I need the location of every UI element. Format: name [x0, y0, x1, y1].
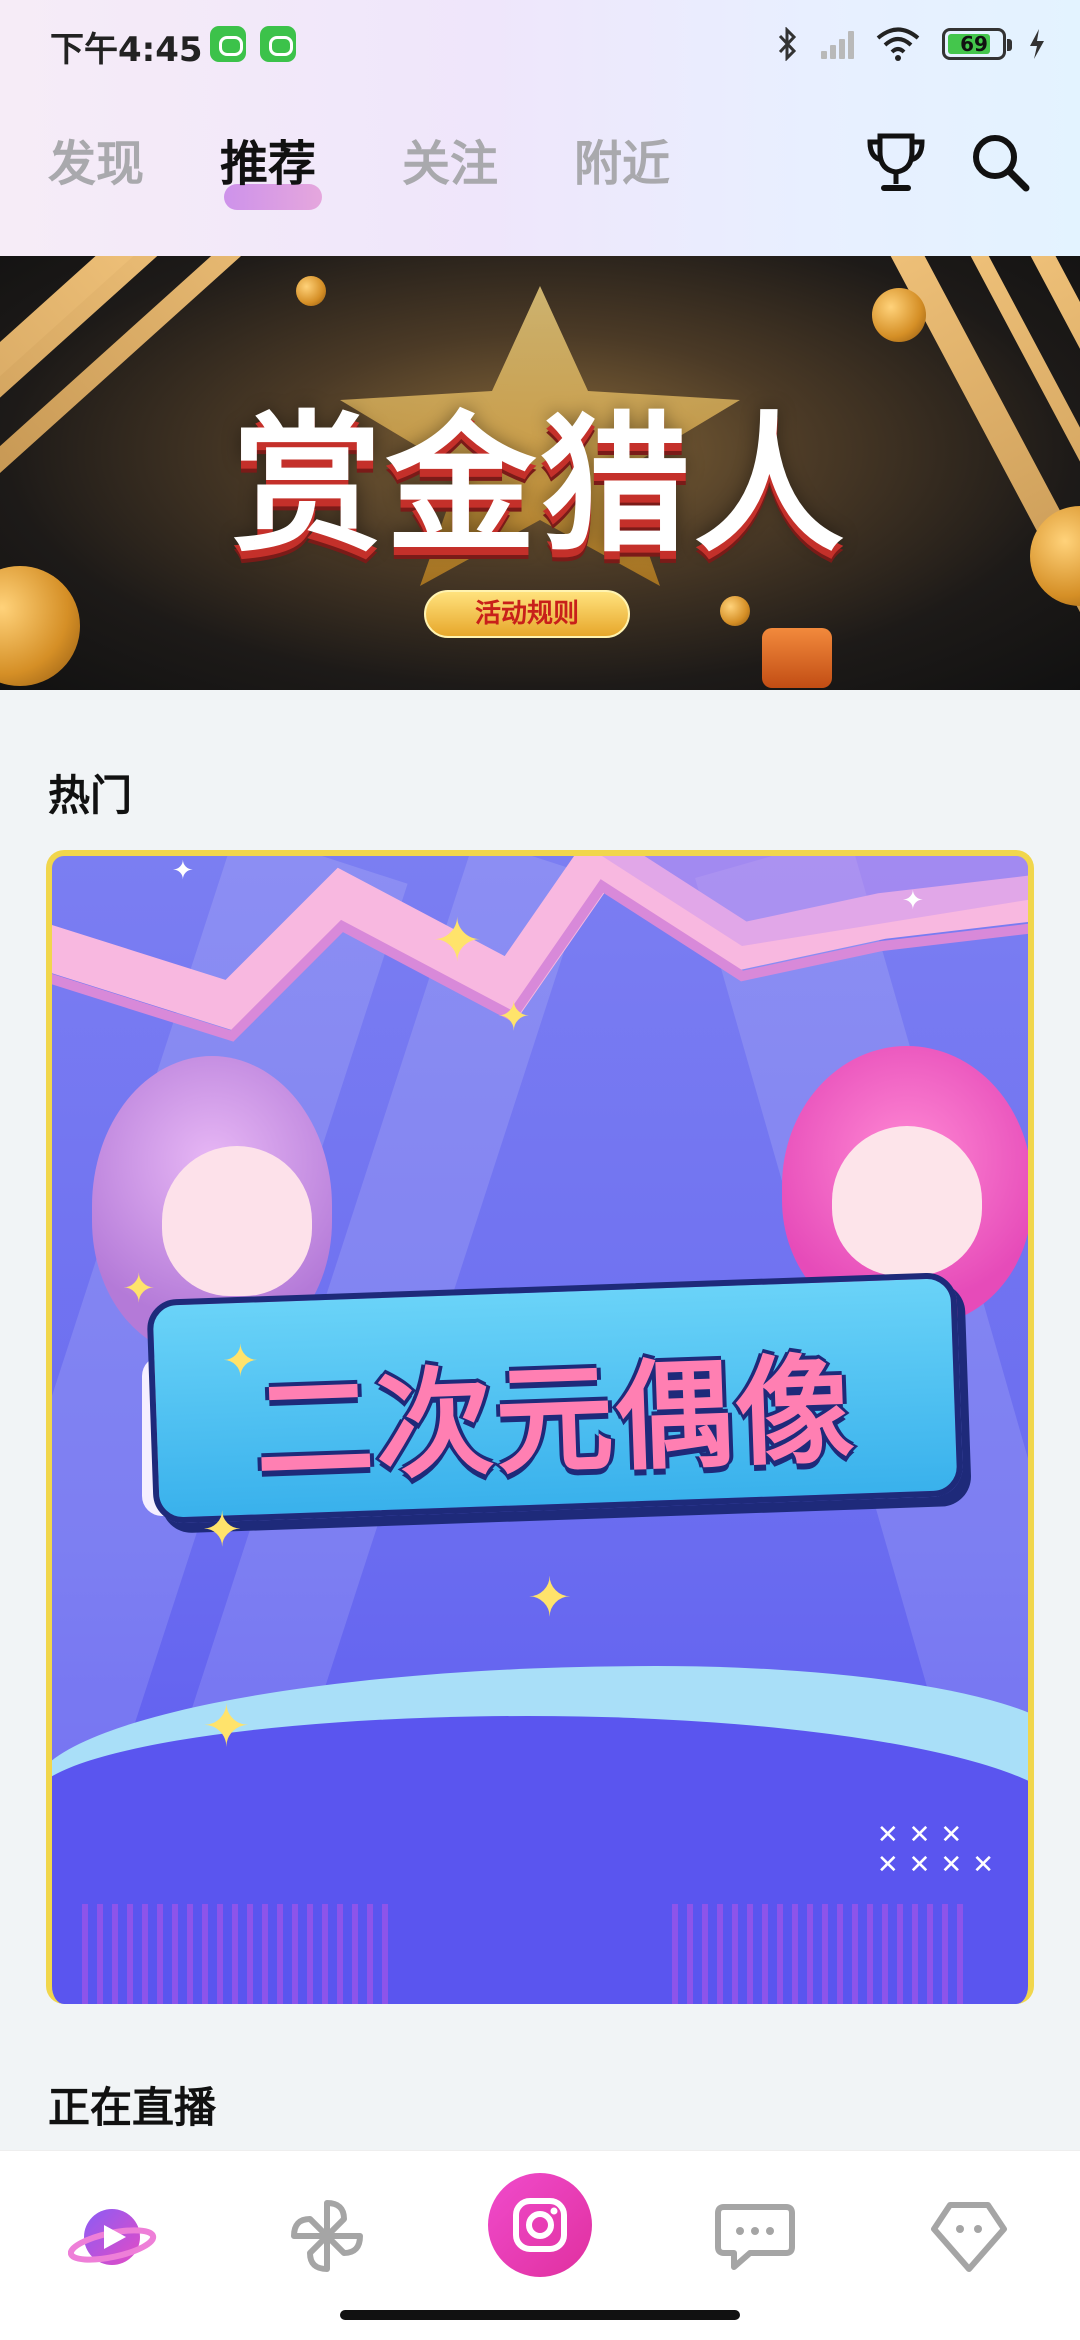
tab-nearby[interactable]: 附近	[574, 124, 670, 194]
anime-girl-right-face	[832, 1126, 982, 1276]
cellular-signal-icon	[821, 29, 854, 59]
sparkle-icon: ✦	[902, 886, 924, 916]
top-header: 下午4:45 69 发现 推荐 关注 附近	[0, 0, 1080, 256]
sparkle-icon: ✦	[202, 1692, 251, 1760]
gold-coin	[720, 596, 750, 626]
sparkle-icon: ✦	[527, 1566, 573, 1629]
camera-button[interactable]	[488, 2173, 592, 2277]
pinwheel-icon[interactable]	[282, 2191, 372, 2281]
anime-girl-left-face	[162, 1146, 312, 1296]
gold-coin	[296, 276, 326, 306]
sparkle-icon: ✦	[222, 1336, 259, 1387]
sparkle-icon: ✦	[172, 856, 194, 886]
hot-section-title: 热门	[48, 771, 133, 820]
planet-play-icon[interactable]	[68, 2191, 158, 2281]
activity-rules-button[interactable]: 活动规则	[424, 590, 630, 638]
promo-banner[interactable]: 赏金猎人 活动规则	[0, 256, 1080, 690]
home-indicator[interactable]	[340, 2310, 740, 2320]
gold-coin	[0, 566, 80, 686]
chat-bubble-icon[interactable]	[710, 2191, 800, 2281]
live-section-title: 正在直播	[48, 2083, 217, 2132]
sparkle-icon: ✦	[432, 906, 483, 976]
bar-decoration	[82, 1904, 388, 2004]
gold-ingot	[762, 628, 832, 688]
search-icon[interactable]	[968, 130, 1032, 194]
gold-coin	[872, 288, 926, 342]
wifi-icon	[876, 27, 920, 61]
hot-card[interactable]: 二次元偶像 ✕✕✕ ✕✕✕✕ ✦ ✦ ✦ ✦ ✦ ✦ ✦ ✦ ✦	[46, 850, 1034, 2004]
battery-icon: 69	[942, 28, 1012, 60]
cross-pattern-decoration: ✕✕✕ ✕✕✕✕	[876, 1820, 1004, 1880]
app-notification-icon	[210, 26, 246, 62]
tab-following[interactable]: 关注	[402, 124, 498, 194]
camera-icon	[513, 2198, 567, 2252]
hot-card-title: 二次元偶像	[253, 1340, 858, 1500]
status-bar: 下午4:45 69	[0, 0, 1080, 92]
charging-icon	[1030, 29, 1044, 59]
sparkle-icon: ✦	[497, 994, 531, 1040]
status-time: 下午4:45	[50, 30, 203, 70]
battery-level: 69	[960, 32, 988, 56]
trophy-icon[interactable]	[864, 130, 928, 194]
bluetooth-icon	[778, 27, 797, 61]
sparkle-icon: ✦	[122, 1266, 156, 1312]
tab-recommend[interactable]: 推荐	[220, 124, 316, 194]
banner-title: 赏金猎人	[231, 399, 848, 573]
sparkle-icon: ✦	[202, 1502, 243, 1558]
tab-discover[interactable]: 发现	[48, 124, 144, 194]
pet-face-icon[interactable]	[924, 2191, 1014, 2281]
bar-decoration	[672, 1904, 963, 2004]
app-notification-icon	[260, 26, 296, 62]
